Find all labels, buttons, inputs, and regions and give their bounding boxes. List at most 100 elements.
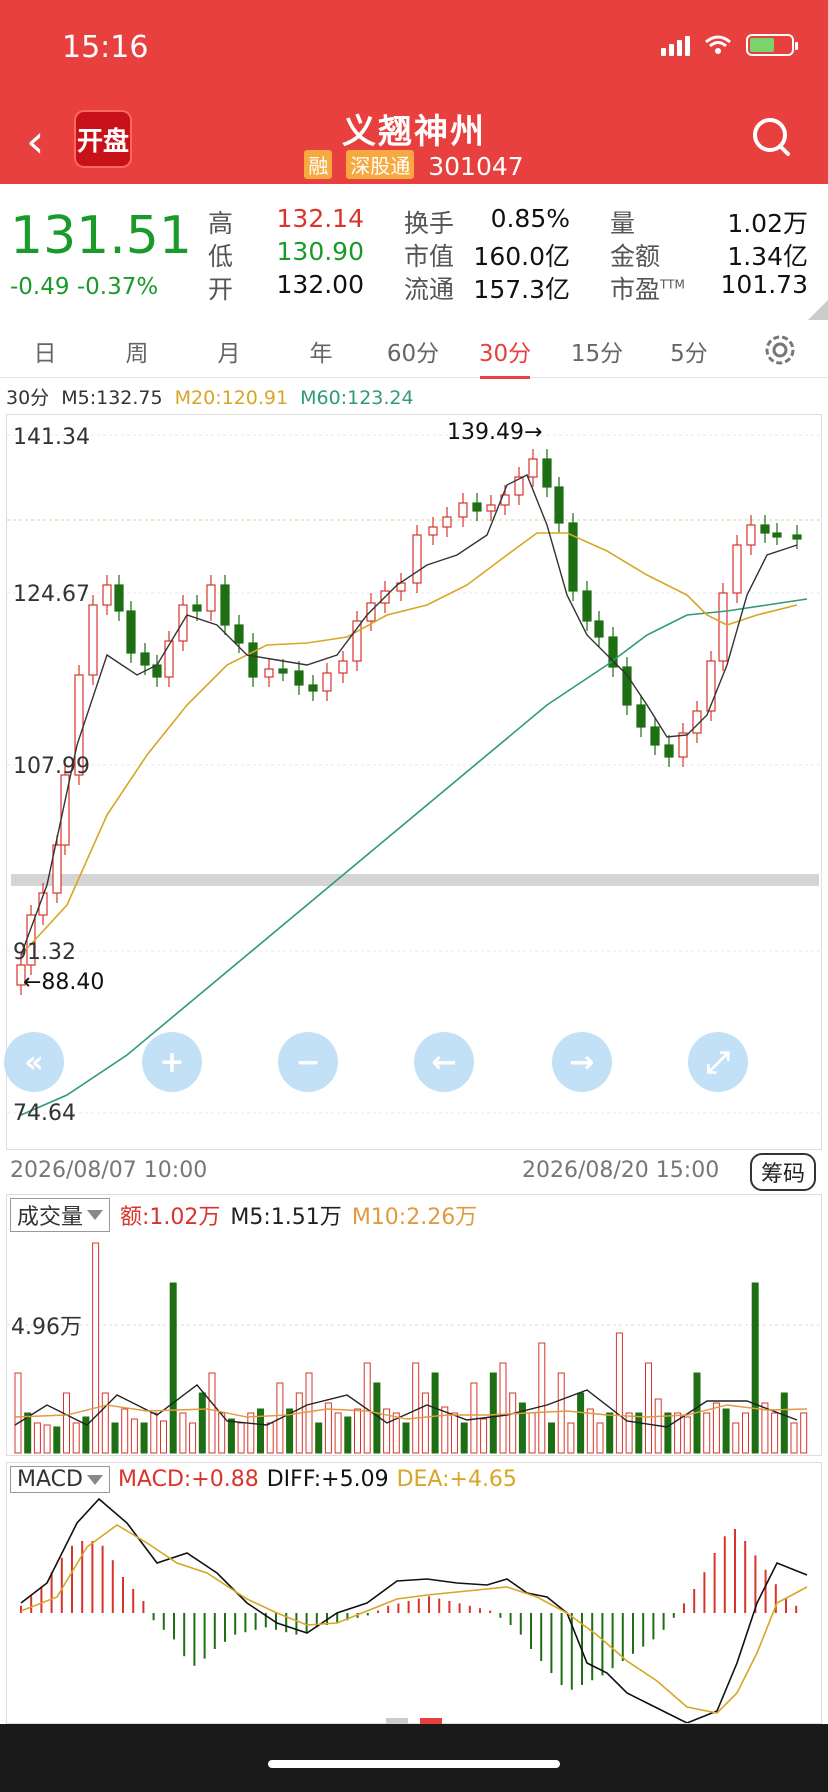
tab-week[interactable]: 周 xyxy=(102,334,172,368)
ma-period: 30分 xyxy=(6,387,50,409)
volume-bar xyxy=(460,1422,468,1454)
candle-body xyxy=(582,590,592,622)
candle-body xyxy=(206,584,216,612)
volume-bar xyxy=(489,1372,497,1454)
amount-label: 金额 xyxy=(610,242,661,271)
search-icon[interactable] xyxy=(750,116,792,158)
turnover-label: 换手 xyxy=(404,209,455,238)
volume-bar xyxy=(703,1412,711,1454)
candle-body xyxy=(472,502,482,512)
candle-body xyxy=(792,534,802,540)
fullscreen-button[interactable]: ⤢ xyxy=(688,1032,748,1092)
volume-bar xyxy=(771,1412,779,1454)
quote-panel: 131.51 -0.49 -0.37% 高 132.14 低 130.90 开 … xyxy=(0,184,828,320)
volume-bar xyxy=(266,1422,274,1454)
tab-year[interactable]: 年 xyxy=(286,334,356,368)
price-change: -0.49 -0.37% xyxy=(10,274,159,300)
volume-bar xyxy=(72,1422,80,1454)
vol-m5: M5:1.51万 xyxy=(230,1205,342,1230)
volume-bar xyxy=(82,1416,90,1454)
volume-selector[interactable]: 成交量 xyxy=(10,1198,111,1232)
stock-subtitle: 融 深股通 301047 xyxy=(0,150,828,181)
volume-bar xyxy=(247,1412,255,1454)
tab-30min[interactable]: 30分 xyxy=(470,334,540,379)
scroll-right-button[interactable]: → xyxy=(552,1032,612,1092)
candle-body xyxy=(248,642,258,678)
y-label-2: 124.67 xyxy=(13,582,90,607)
volume-bar xyxy=(324,1402,332,1454)
tab-month[interactable]: 月 xyxy=(194,334,264,368)
stock-name: 义翘神州 xyxy=(342,112,486,152)
volume-bar xyxy=(295,1392,303,1454)
ma-legend: 30分 M5:132.75 M20:120.91 M60:123.24 xyxy=(6,383,420,410)
candle-body xyxy=(322,672,332,692)
volume-bar xyxy=(402,1422,410,1454)
tab-15min[interactable]: 15分 xyxy=(562,334,632,368)
volume-bar xyxy=(189,1422,197,1454)
volume-bar xyxy=(625,1412,633,1454)
volume-bar xyxy=(14,1372,22,1454)
candle-body xyxy=(114,584,124,612)
volume-bar xyxy=(218,1412,226,1454)
candle-body xyxy=(192,604,202,612)
candle-body xyxy=(554,486,564,524)
candle-body xyxy=(338,660,348,674)
status-icons xyxy=(661,34,798,56)
candle-body xyxy=(126,610,136,654)
pe-value: 101.73 xyxy=(720,270,808,299)
candles-group xyxy=(16,449,802,995)
diff-value: DIFF:+5.09 xyxy=(266,1467,389,1492)
open-label: 开 xyxy=(208,275,234,304)
high-value: 132.14 xyxy=(276,204,364,233)
tab-day[interactable]: 日 xyxy=(10,334,80,368)
chips-button[interactable]: 筹码 xyxy=(750,1153,816,1191)
volume-bar xyxy=(101,1392,109,1454)
status-time: 15:16 xyxy=(62,30,149,65)
ma60-value: M60:123.24 xyxy=(300,387,414,409)
volume-bar xyxy=(431,1372,439,1454)
candle-body xyxy=(664,744,674,758)
zoom-out-button[interactable]: − xyxy=(278,1032,338,1092)
volume-bar xyxy=(606,1412,614,1454)
amount-value: 1.34亿 xyxy=(727,242,808,271)
start-date: 2026/08/07 10:00 xyxy=(10,1158,208,1183)
app-header: 15:16 ‹ 开盘 义翘神州 融 深股通 301047 xyxy=(0,0,828,184)
volume-bar xyxy=(790,1422,798,1454)
y-label-bottom: 74.64 xyxy=(13,1101,76,1126)
volume-bar xyxy=(354,1408,361,1454)
volume-bar xyxy=(615,1332,623,1454)
volume-bar xyxy=(712,1402,720,1454)
candle-body xyxy=(278,668,288,674)
home-indicator[interactable] xyxy=(268,1760,560,1768)
zoom-in-button[interactable]: + xyxy=(142,1032,202,1092)
candle-body xyxy=(650,726,660,746)
macd-selector[interactable]: MACD xyxy=(10,1466,110,1493)
tab-5min[interactable]: 5分 xyxy=(654,334,724,368)
volume-bar xyxy=(664,1412,672,1454)
candle-body xyxy=(458,502,468,518)
current-price: 131.51 xyxy=(10,206,192,266)
volume-bar xyxy=(538,1342,546,1454)
volume-bar xyxy=(53,1426,61,1454)
volume-chart[interactable]: 4.96万 xyxy=(6,1194,822,1456)
macd-chart[interactable] xyxy=(6,1462,822,1724)
candle-body xyxy=(486,504,496,512)
volume-bar xyxy=(480,1418,488,1454)
macd-legend: MACD MACD:+0.88 DIFF:+5.09 DEA:+4.65 xyxy=(10,1466,517,1493)
wifi-icon xyxy=(705,35,731,54)
rewind-button[interactable]: « xyxy=(4,1032,64,1092)
vol-amount: 额:1.02万 xyxy=(120,1205,221,1230)
volume-bar xyxy=(645,1362,652,1454)
volume-bar xyxy=(732,1422,740,1454)
volume-bar xyxy=(63,1392,70,1454)
tab-60min[interactable]: 60分 xyxy=(378,334,448,368)
expand-corner[interactable] xyxy=(808,300,828,320)
scroll-left-button[interactable]: ← xyxy=(414,1032,474,1092)
gear-icon[interactable] xyxy=(760,330,800,370)
open-value: 132.00 xyxy=(276,270,364,299)
candle-body xyxy=(102,584,112,606)
candle-body xyxy=(164,640,174,678)
battery-icon xyxy=(746,34,798,56)
volume-bar xyxy=(179,1412,187,1454)
y-label-top: 141.34 xyxy=(13,425,90,450)
